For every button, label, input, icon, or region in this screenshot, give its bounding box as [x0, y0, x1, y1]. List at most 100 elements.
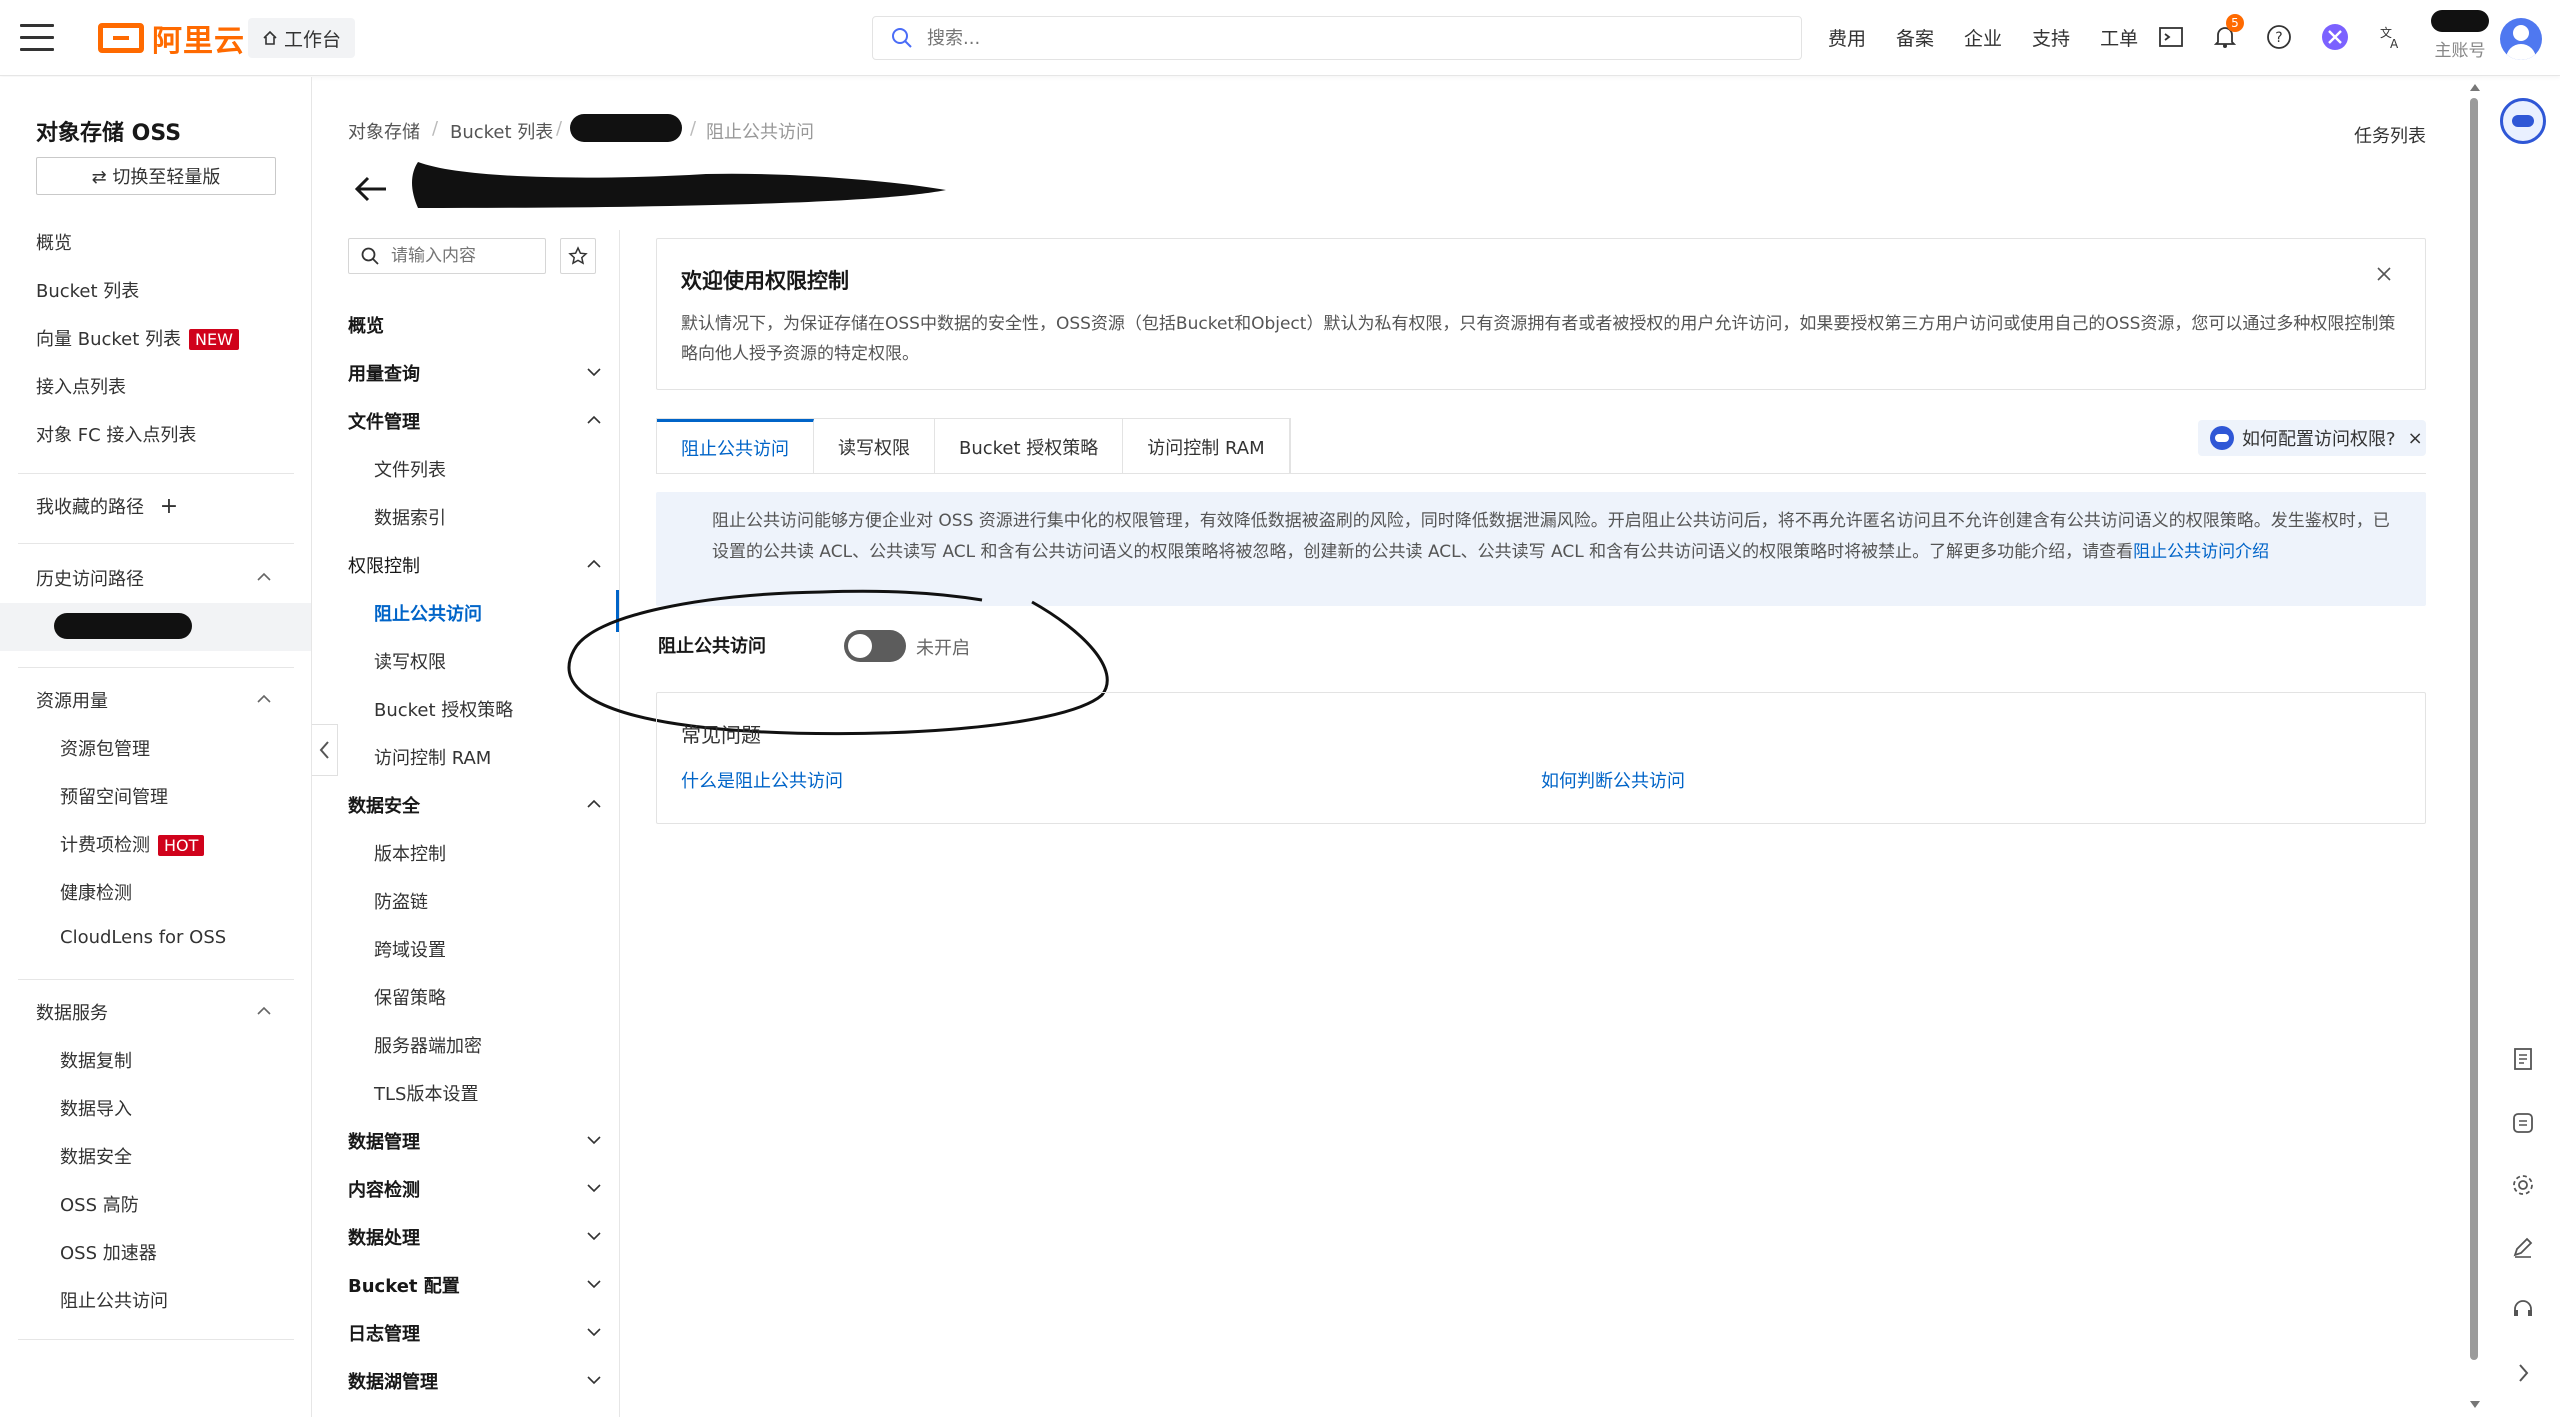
- gear-icon[interactable]: [2508, 1170, 2538, 1200]
- edit-icon[interactable]: [2508, 1232, 2538, 1262]
- bell-icon[interactable]: 5: [2210, 14, 2244, 52]
- sidebar-item-block-public-access[interactable]: 阻止公共访问: [60, 1287, 168, 1313]
- close-icon[interactable]: [2375, 265, 2393, 283]
- sidebar-item-data-import[interactable]: 数据导入: [60, 1095, 132, 1121]
- top-link-fees[interactable]: 费用: [1828, 24, 1866, 51]
- workbench-button[interactable]: 工作台: [248, 18, 356, 58]
- scroll-down-icon[interactable]: [2469, 1400, 2481, 1410]
- global-search[interactable]: [872, 16, 1802, 60]
- chevron-down-icon[interactable]: [586, 1228, 602, 1244]
- nav-cors[interactable]: 跨域设置: [374, 936, 446, 962]
- chevron-up-icon[interactable]: [586, 796, 602, 812]
- chevron-down-icon[interactable]: [586, 364, 602, 380]
- sidebar-item-fc-access-points[interactable]: 对象 FC 接入点列表: [36, 421, 196, 447]
- nav-data-security[interactable]: 数据安全: [348, 792, 420, 818]
- chevron-down-icon[interactable]: [586, 1276, 602, 1292]
- sidebar-item-favorites[interactable]: 我收藏的路径 +: [36, 493, 178, 519]
- nav-bucket-policy[interactable]: Bucket 授权策略: [374, 696, 513, 722]
- chevron-right-icon[interactable]: [2508, 1358, 2538, 1388]
- nav-data-index[interactable]: 数据索引: [374, 504, 446, 530]
- nav-search-input[interactable]: [391, 246, 531, 266]
- intro-link[interactable]: 阻止公共访问介绍: [2133, 542, 2269, 562]
- back-arrow-icon[interactable]: [352, 170, 390, 208]
- scroll-up-icon[interactable]: [2469, 82, 2481, 92]
- sidebar-item-oss-hifi[interactable]: OSS 高防: [60, 1191, 139, 1217]
- sidebar-item-access-points[interactable]: 接入点列表: [36, 373, 126, 399]
- sidebar-item-data-services[interactable]: 数据服务: [36, 999, 108, 1025]
- nav-hotlink[interactable]: 防盗链: [374, 888, 428, 914]
- sidebar-item-reserved-space[interactable]: 预留空间管理: [60, 783, 168, 809]
- menu-icon[interactable]: [20, 24, 54, 52]
- top-link-filing[interactable]: 备案: [1896, 24, 1934, 51]
- chevron-down-icon[interactable]: [586, 1180, 602, 1196]
- switch-lite-button[interactable]: ⇄ 切换至轻量版: [36, 157, 276, 195]
- nav-overview[interactable]: 概览: [348, 312, 384, 338]
- avatar[interactable]: [2500, 18, 2542, 60]
- top-link-support[interactable]: 支持: [2032, 24, 2070, 51]
- nav-search[interactable]: [348, 238, 546, 274]
- sidebar-item-history[interactable]: 历史访问路径: [36, 565, 144, 591]
- chevron-up-icon[interactable]: [256, 1003, 272, 1019]
- nav-bucket-config[interactable]: Bucket 配置: [348, 1272, 460, 1298]
- sidebar-item-overview[interactable]: 概览: [36, 229, 72, 255]
- nav-permission-ctrl[interactable]: 权限控制: [348, 552, 420, 578]
- sidebar-item-bucket-list[interactable]: Bucket 列表: [36, 277, 139, 303]
- nav-tls[interactable]: TLS版本设置: [374, 1080, 478, 1106]
- tab-ram-access[interactable]: 访问控制 RAM: [1123, 419, 1290, 474]
- tab-rw-permission[interactable]: 读写权限: [814, 419, 935, 474]
- nav-data-processing[interactable]: 数据处理: [348, 1224, 420, 1250]
- assistant-robot-icon[interactable]: [2500, 98, 2546, 144]
- faq-link-how[interactable]: 如何判断公共访问: [1541, 767, 1685, 793]
- help-icon[interactable]: ?: [2264, 22, 2294, 52]
- history-entry[interactable]: [0, 603, 311, 651]
- nav-ram-access[interactable]: 访问控制 RAM: [374, 744, 491, 770]
- account-info[interactable]: 主账号: [2430, 10, 2490, 61]
- api-icon[interactable]: [2508, 1108, 2538, 1138]
- sidebar-item-health-check[interactable]: 健康检测: [60, 879, 132, 905]
- nav-data-mgmt[interactable]: 数据管理: [348, 1128, 420, 1154]
- sidebar-item-resource-pack[interactable]: 资源包管理: [60, 735, 150, 761]
- sidebar-item-billing-check[interactable]: 计费项检测 HOT: [60, 831, 205, 857]
- nav-log-mgmt[interactable]: 日志管理: [348, 1320, 420, 1346]
- nav-file-mgmt[interactable]: 文件管理: [348, 408, 420, 434]
- nav-block-public-access[interactable]: 阻止公共访问: [374, 600, 482, 626]
- chevron-up-icon[interactable]: [256, 691, 272, 707]
- document-icon[interactable]: [2508, 1044, 2538, 1074]
- sidebar-item-resource-usage[interactable]: 资源用量: [36, 687, 108, 713]
- language-icon[interactable]: 文A: [2376, 22, 2406, 52]
- nav-file-list[interactable]: 文件列表: [374, 456, 446, 482]
- search-input[interactable]: [927, 27, 1747, 49]
- faq-link-what[interactable]: 什么是阻止公共访问: [681, 767, 843, 793]
- sidebar-item-oss-accelerator[interactable]: OSS 加速器: [60, 1239, 157, 1265]
- nav-datalake-mgmt[interactable]: 数据湖管理: [348, 1368, 438, 1394]
- nav-usage-query[interactable]: 用量查询: [348, 360, 420, 386]
- headset-icon[interactable]: [2508, 1294, 2538, 1324]
- top-link-enterprise[interactable]: 企业: [1964, 24, 2002, 51]
- close-icon[interactable]: ×: [2408, 428, 2423, 449]
- tab-bucket-policy[interactable]: Bucket 授权策略: [935, 419, 1124, 474]
- nav-sse[interactable]: 服务器端加密: [374, 1032, 482, 1058]
- nav-versioning[interactable]: 版本控制: [374, 840, 446, 866]
- tab-block-public-access[interactable]: 阻止公共访问: [657, 419, 814, 474]
- top-link-ticket[interactable]: 工单: [2100, 24, 2138, 51]
- add-icon[interactable]: +: [160, 494, 178, 519]
- sidebar-item-vector-bucket-list[interactable]: 向量 Bucket 列表 NEW: [36, 325, 239, 351]
- chevron-up-icon[interactable]: [586, 412, 602, 428]
- chevron-down-icon[interactable]: [586, 1324, 602, 1340]
- task-list-link[interactable]: 任务列表: [2354, 122, 2426, 148]
- chevron-up-icon[interactable]: [586, 556, 602, 572]
- sidebar-item-data-security[interactable]: 数据安全: [60, 1143, 132, 1169]
- star-icon[interactable]: [560, 238, 596, 274]
- breadcrumb-bucket-list[interactable]: Bucket 列表: [450, 118, 553, 144]
- chevron-down-icon[interactable]: [586, 1372, 602, 1388]
- nav-rw-permission[interactable]: 读写权限: [374, 648, 446, 674]
- nav-retention[interactable]: 保留策略: [374, 984, 446, 1010]
- scrollbar-thumb[interactable]: [2470, 98, 2478, 1360]
- breadcrumb-oss[interactable]: 对象存储: [348, 118, 420, 144]
- config-help-pill[interactable]: 如何配置访问权限? ×: [2198, 420, 2426, 456]
- terminal-icon[interactable]: [2156, 22, 2186, 52]
- sidebar-item-cloudlens[interactable]: CloudLens for OSS: [60, 927, 226, 948]
- chevron-up-icon[interactable]: [256, 569, 272, 585]
- sidebar-item-data-replication[interactable]: 数据复制: [60, 1047, 132, 1073]
- ai-assistant-icon[interactable]: [2320, 22, 2350, 52]
